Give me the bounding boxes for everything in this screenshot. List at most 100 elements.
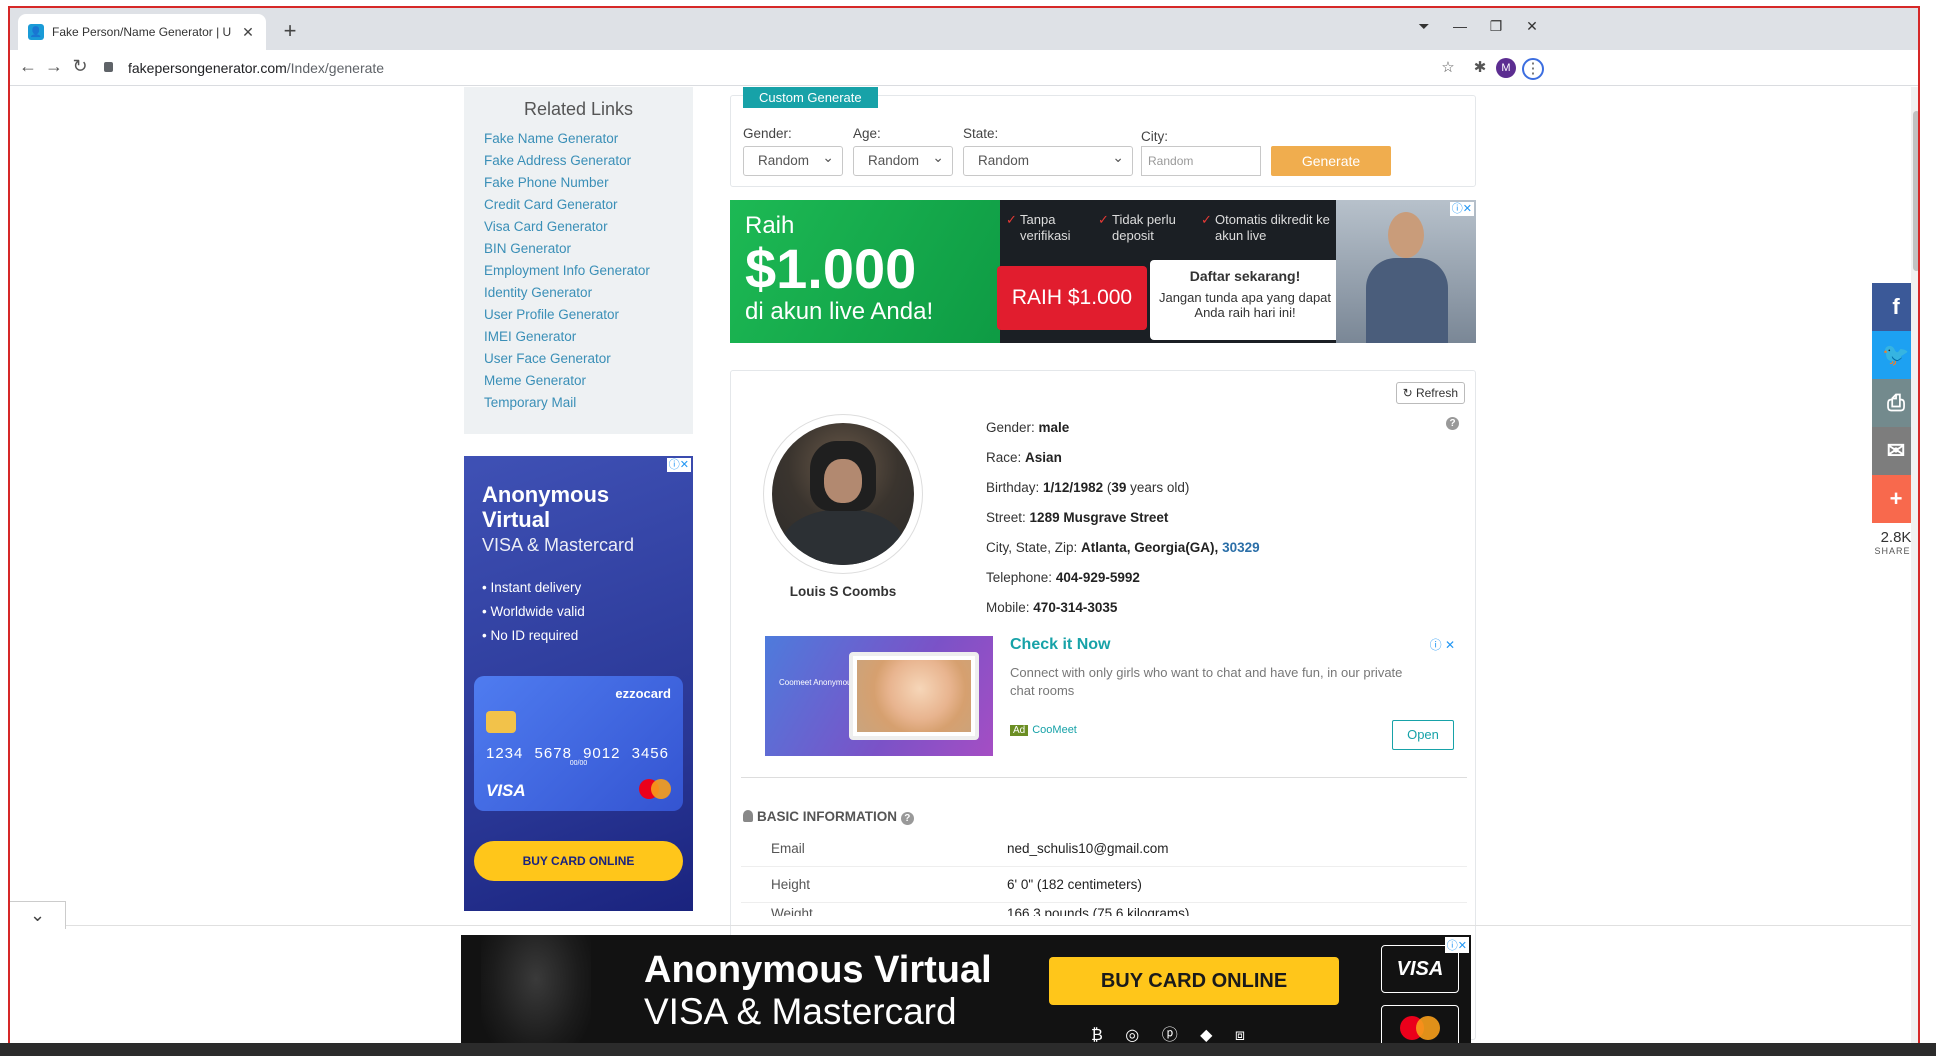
state-label: State: <box>963 126 999 141</box>
link-credit-card-generator[interactable]: Credit Card Generator <box>484 194 673 216</box>
browser-tab[interactable]: 👤 Fake Person/Name Generator | U ✕ <box>18 14 266 50</box>
check-item: Tidak perlu deposit <box>1098 212 1192 244</box>
state-select[interactable]: Random <box>963 146 1133 176</box>
minimize-button[interactable]: — <box>1448 18 1472 34</box>
check-item: Otomatis dikredit ke akun live <box>1201 212 1330 244</box>
ad-bottom-title2: VISA & Mastercard <box>644 991 957 1032</box>
related-links-title: Related Links <box>523 99 634 119</box>
tab-search-icon[interactable]: ⏷ <box>1412 18 1436 35</box>
table-row: Email ned_schulis10@gmail.com <box>741 831 1467 867</box>
help-icon[interactable]: ? <box>900 812 914 825</box>
native-ad-title[interactable]: Check it Now <box>1010 636 1110 654</box>
link-user-profile-generator[interactable]: User Profile Generator <box>484 304 673 326</box>
ad-top-headline: Daftar sekarang! <box>1189 268 1301 284</box>
generate-button[interactable]: Generate <box>1271 146 1391 176</box>
street-row: Street: 1289 Musgrave Street <box>986 510 1169 525</box>
link-user-face-generator[interactable]: User Face Generator <box>484 348 673 370</box>
basic-info-title: BASIC INFORMATION ? <box>743 809 914 825</box>
bookmark-star-icon[interactable]: ☆ <box>1438 58 1458 78</box>
age-select[interactable]: Random <box>853 146 953 176</box>
ad-top-amount: $1.000 <box>745 237 917 300</box>
scrollbar[interactable] <box>1911 87 1918 1050</box>
gender-label: Gender: <box>743 126 792 141</box>
refresh-button[interactable]: ↻ Refresh <box>1395 382 1465 404</box>
extensions-icon[interactable]: ✱ <box>1470 58 1490 78</box>
link-fake-address-generator[interactable]: Fake Address Generator <box>484 150 673 172</box>
link-identity-generator[interactable]: Identity Generator <box>484 282 673 304</box>
address-bar[interactable]: fakepersongenerator.com/Index/generate <box>128 55 384 81</box>
ad-image: Coomeet Anonymous and secure <box>765 636 993 756</box>
ad-left-ezzocard[interactable]: ⓘ✕ Anonymous Virtual VISA & Mastercard •… <box>464 456 693 911</box>
bullet-item: • No ID required <box>482 628 579 643</box>
ad-top-businessman-image <box>1336 200 1476 343</box>
link-temporary-mail[interactable]: Temporary Mail <box>484 392 673 414</box>
mobile-row: Mobile: 470-314-3035 <box>986 600 1118 615</box>
url-path: /Index/generate <box>286 60 385 76</box>
native-ad-description: Connect with only girls who want to chat… <box>1010 665 1403 698</box>
link-fake-name-generator[interactable]: Fake Name Generator <box>484 128 673 150</box>
gender-select[interactable]: Random <box>743 146 843 176</box>
open-button[interactable]: Open <box>1392 720 1454 750</box>
table-row: Weight 166.3 pounds (75.6 kilograms) <box>771 906 1190 916</box>
new-tab-button[interactable]: + <box>276 18 304 44</box>
card-brand: ezzocard <box>615 686 671 701</box>
buy-card-online-button[interactable]: BUY CARD ONLINE <box>1049 957 1339 1005</box>
tab-strip: 👤 Fake Person/Name Generator | U ✕ + ⏷ —… <box>10 8 1918 50</box>
link-visa-card-generator[interactable]: Visa Card Generator <box>484 216 673 238</box>
ad-top-raih: Raih <box>745 212 795 239</box>
url-host: fakepersongenerator.com <box>128 60 287 76</box>
ad-choices-icon[interactable]: ⓘ ✕ <box>1430 636 1455 653</box>
raih-cta-button[interactable]: RAIH $1.000 <box>997 266 1147 330</box>
native-ad-source: Ad CooMeet <box>1010 724 1077 736</box>
gender-row: Gender: male <box>986 420 1070 435</box>
divider <box>741 777 1467 778</box>
scrollbar-thumb[interactable] <box>1913 111 1918 271</box>
profile-avatar[interactable]: M <box>1496 58 1516 78</box>
restore-button[interactable]: ❐ <box>1484 18 1508 35</box>
city-state-zip-row: City, State, Zip: Atlanta, Georgia(GA), … <box>986 540 1260 555</box>
buy-card-online-button[interactable]: BUY CARD ONLINE <box>474 841 683 881</box>
telephone-row: Telephone: 404-929-5992 <box>986 570 1140 585</box>
reload-icon[interactable]: ↻ <box>68 56 92 77</box>
city-label: City: <box>1141 129 1168 144</box>
bullet-item: • Instant delivery <box>482 580 582 595</box>
menu-kebab-icon[interactable]: ⋮ <box>1522 58 1544 80</box>
link-meme-generator[interactable]: Meme Generator <box>484 370 673 392</box>
check-item: Tanpa verifikasi <box>1006 212 1090 244</box>
browser-toolbar: ← → ↻ fakepersongenerator.com/Index/gene… <box>10 50 1918 86</box>
browser-window: 👤 Fake Person/Name Generator | U ✕ + ⏷ —… <box>8 6 1920 1052</box>
crypto-coins-icons: ₿ ◎ ⓟ ◆ ⧈ <box>1091 1027 1246 1044</box>
zip-link[interactable]: 30329 <box>1222 540 1260 555</box>
ad-top-promo-box: Daftar sekarang! Jangan tunda apa yang d… <box>1150 260 1340 340</box>
ad-bottom-banner[interactable]: Anonymous Virtual VISA & Mastercard BUY … <box>461 935 1471 1050</box>
close-window-button[interactable]: ✕ <box>1520 18 1544 35</box>
bullet-item: • Worldwide valid <box>482 604 585 619</box>
close-tab-icon[interactable]: ✕ <box>240 24 256 41</box>
ad-left-subtitle: VISA & Mastercard <box>482 535 635 555</box>
help-icon[interactable]: ? <box>1446 417 1459 430</box>
divider <box>66 925 1911 926</box>
ad-choices-icon[interactable]: ⓘ✕ <box>1449 202 1474 216</box>
link-bin-generator[interactable]: BIN Generator <box>484 238 673 260</box>
related-links-sidebar: Related Links Fake Name Generator Fake A… <box>464 87 693 434</box>
chevron-down-icon[interactable]: ⌄ <box>10 901 66 929</box>
ad-left-title: Anonymous Virtual <box>482 482 610 532</box>
custom-generate-panel: Custom Generate Gender: Random Age: Rand… <box>730 87 1476 187</box>
native-ad-coomeet[interactable]: Coomeet Anonymous and secure Check it No… <box>765 636 1455 761</box>
avatar <box>763 414 923 574</box>
custom-generate-tab: Custom Generate <box>743 87 878 108</box>
link-fake-phone-number[interactable]: Fake Phone Number <box>484 172 673 194</box>
card-chip-icon <box>486 711 516 733</box>
ad-choices-icon[interactable]: ⓘ✕ <box>1444 937 1469 953</box>
ad-choices-icon[interactable]: ⓘ✕ <box>666 458 691 472</box>
back-arrow-icon[interactable]: ← <box>16 56 40 77</box>
forward-arrow-icon[interactable]: → <box>42 56 66 77</box>
link-imei-generator[interactable]: IMEI Generator <box>484 326 673 348</box>
ad-top-body: Jangan tunda apa yang dapat Anda raih ha… <box>1158 290 1332 320</box>
person-favicon-icon: 👤 <box>28 24 44 40</box>
link-employment-info-generator[interactable]: Employment Info Generator <box>484 260 673 282</box>
ad-top-banner[interactable]: Raih $1.000 di akun live Anda! Tanpa ver… <box>730 200 1476 343</box>
city-input[interactable]: Random <box>1141 146 1261 176</box>
person-details: Gender: male Race: Asian Birthday: 1/12/… <box>986 413 1260 623</box>
hooded-figure-image <box>481 935 591 1050</box>
